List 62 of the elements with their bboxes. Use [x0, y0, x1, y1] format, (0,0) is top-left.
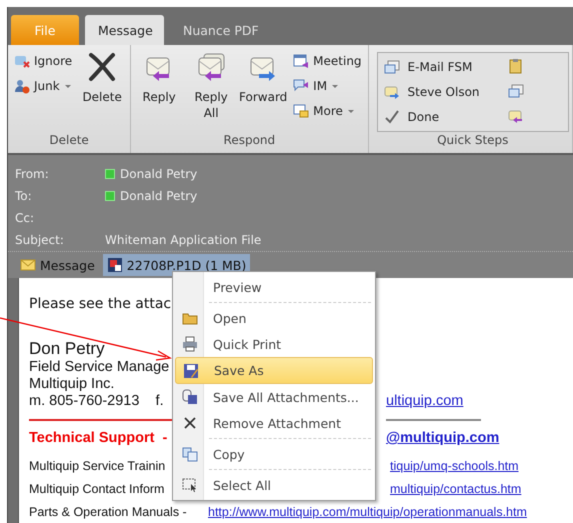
body-text: Please see the attac — [29, 296, 172, 313]
ribbon-button[interactable]: Forward — [238, 49, 288, 107]
group-label: Respond — [222, 133, 276, 149]
contact-name: Donald Petry — [120, 189, 198, 203]
quick-step[interactable]: Done — [384, 104, 480, 129]
link[interactable]: @multiquip.com — [386, 430, 500, 447]
ribbon-button[interactable]: Delete — [77, 49, 128, 107]
printer-icon — [182, 336, 198, 352]
link[interactable]: multiquip/contactus.htm — [390, 481, 522, 498]
menu-item[interactable]: Select All — [175, 472, 373, 498]
save-all-icon — [182, 389, 198, 405]
menu-item[interactable]: Quick Print — [175, 331, 373, 357]
close-icon — [182, 415, 198, 431]
link[interactable]: ultiquip.com — [386, 393, 464, 410]
link[interactable]: tiquip/umq-schools.htm — [390, 458, 519, 475]
field-label: From: — [15, 167, 50, 181]
group-label: Quick Steps — [436, 133, 510, 149]
reply-icon — [508, 108, 524, 124]
check-icon — [384, 108, 400, 124]
ribbon-button[interactable]: Reply — [134, 49, 184, 107]
clipboard-icon — [508, 58, 524, 74]
chat-icon — [293, 78, 310, 94]
ribbon-small-button[interactable]: Junk — [11, 74, 76, 97]
ribbon-small-button[interactable]: More — [290, 99, 365, 122]
body-text: Multiquip Contact Inform — [29, 481, 164, 498]
menu-item[interactable]: Copy — [175, 441, 373, 467]
menu-item[interactable]: Remove Attachment — [175, 410, 373, 436]
body-text: Field Service Manage — [29, 359, 170, 376]
ribbon-small-button[interactable]: Ignore — [11, 49, 76, 72]
quick-step[interactable]: Steve Olson — [384, 79, 480, 104]
junk-icon — [14, 78, 30, 94]
body-text: Multiquip Inc. — [29, 376, 114, 393]
link[interactable]: http://www.multiquip.com/multiquip/operationmanuals.htm — [208, 504, 527, 521]
calendar-icon — [293, 52, 310, 68]
ribbon-tab[interactable]: Nuance PDF — [170, 15, 272, 45]
menu-item[interactable]: Save As — [175, 357, 373, 384]
ribbon-button[interactable]: Reply All — [186, 49, 236, 123]
menu-item[interactable]: Open — [175, 305, 373, 331]
body-text: Parts & Operation Manuals - — [29, 504, 187, 521]
subject-text: Whiteman Application File — [105, 233, 262, 247]
ribbon-small-button[interactable]: Meeting — [290, 49, 365, 72]
save-icon — [183, 362, 199, 378]
body-text: Multiquip Service Trainin — [29, 458, 166, 475]
body-text: m. 805-760-2913 f. — [29, 393, 164, 410]
field-label: To: — [15, 189, 33, 203]
ribbon-small-button[interactable]: IM — [290, 74, 365, 97]
file-icon — [106, 257, 123, 273]
quick-step[interactable]: E-Mail FSM — [384, 54, 480, 79]
field-label: Subject: — [15, 233, 65, 247]
more-icon — [293, 102, 310, 118]
contact-name: Donald Petry — [120, 167, 198, 181]
copy-icon — [182, 446, 198, 462]
select-all-icon — [182, 477, 198, 493]
field-label: Cc: — [15, 211, 36, 225]
forward-icon — [384, 84, 400, 100]
ribbon-tab[interactable]: Message — [85, 15, 164, 45]
support-heading: Technical Support - — [29, 430, 168, 447]
attachment-tab[interactable]: Message — [16, 254, 99, 276]
group-label: Delete — [48, 133, 90, 149]
signature-name: Don Petry — [29, 339, 105, 359]
menu-item[interactable]: Save All Attachments... — [175, 384, 373, 410]
menu-item[interactable]: Preview — [175, 274, 373, 300]
